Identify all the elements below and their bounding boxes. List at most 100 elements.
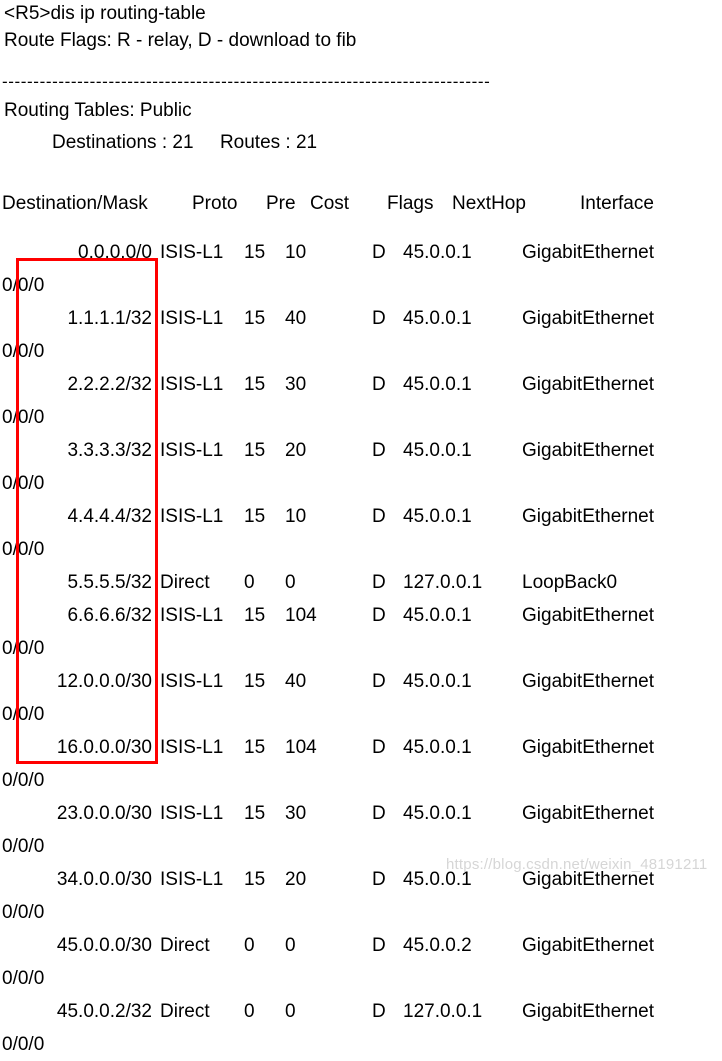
counts-gap — [194, 132, 220, 153]
cell-proto: ISIS-L1 — [160, 737, 224, 758]
cell-flags: D — [372, 803, 386, 824]
interface-wrap-line: 0/0/0 — [2, 275, 45, 296]
cell-cost: 30 — [285, 803, 307, 824]
interface-wrap-line: 0/0/0 — [2, 770, 45, 791]
interface-wrap-line: 0/0/0 — [2, 1034, 45, 1055]
header-pre: Pre — [266, 193, 296, 214]
cell-cost: 104 — [285, 605, 317, 626]
cell-nexthop: 45.0.0.1 — [403, 737, 472, 758]
cell-interface: GigabitEthernet — [522, 1001, 655, 1022]
cell-destination-mask: 16.0.0.0/30 — [56, 737, 152, 758]
interface-wrap-line: 0/0/0 — [2, 539, 45, 560]
cell-destination-mask: 45.0.0.2/32 — [56, 1001, 152, 1022]
cell-proto: Direct — [160, 1001, 210, 1022]
cell-nexthop: 127.0.0.1 — [403, 572, 483, 593]
header-cost: Cost — [310, 193, 350, 214]
interface-wrap-line: 0/0/0 — [2, 473, 45, 494]
header-flags: Flags — [387, 193, 434, 214]
cell-interface: GigabitEthernet — [522, 242, 655, 263]
cell-pre: 15 — [244, 308, 266, 329]
table-row: 12.0.0.0/30 ISIS-L1 15 40 D 45.0.0.1 GigabitEt… — [0, 665, 722, 698]
cell-nexthop: 45.0.0.1 — [403, 803, 472, 824]
table-header-row: Destination/Mask Proto Pre Cost Flags Ne… — [0, 186, 722, 222]
cell-destination-mask: 6.6.6.6/32 — [67, 605, 152, 626]
header-interface: Interface — [580, 193, 654, 214]
cell-pre: 15 — [244, 803, 266, 824]
route-flags-legend: Route Flags: R - relay, D - download to … — [4, 30, 357, 51]
interface-wrap-line: 0/0/0 — [2, 902, 45, 923]
cell-pre: 15 — [244, 869, 266, 890]
cell-interface: LoopBack0 — [522, 572, 618, 593]
routes-count: Routes : 21 — [219, 132, 318, 153]
cell-cost: 10 — [285, 506, 307, 527]
cell-cost: 20 — [285, 440, 307, 461]
cell-cost: 40 — [285, 671, 307, 692]
cell-flags: D — [372, 572, 386, 593]
cell-flags: D — [372, 737, 386, 758]
table-row: 45.0.0.0/30 Direct 0 0 D 45.0.0.2 GigabitEther… — [0, 929, 722, 962]
cell-proto: Direct — [160, 935, 210, 956]
routing-tables-title: Routing Tables: Public — [4, 100, 192, 121]
cell-pre: 15 — [244, 374, 266, 395]
terminal-output: <R5>dis ip routing-table Route Flags: R … — [0, 0, 722, 1055]
cell-nexthop: 45.0.0.1 — [403, 605, 472, 626]
table-row: 16.0.0.0/30 ISIS-L1 15 104 D 45.0.0.1 GigabitE… — [0, 731, 722, 764]
cell-interface: GigabitEthernet — [522, 506, 655, 527]
counts-line: Destinations : 21 Routes : 21 — [0, 126, 722, 160]
cell-nexthop: 45.0.0.1 — [403, 440, 472, 461]
table-row: 6.6.6.6/32 ISIS-L1 15 104 D 45.0.0.1 GigabitEt… — [0, 599, 722, 632]
cell-cost: 30 — [285, 374, 307, 395]
cell-proto: ISIS-L1 — [160, 803, 224, 824]
cell-pre: 15 — [244, 242, 266, 263]
interface-wrap-line: 0/0/0 — [2, 407, 45, 428]
table-row: 4.4.4.4/32 ISIS-L1 15 10 D 45.0.0.1 GigabitEth… — [0, 500, 722, 533]
cell-nexthop: 45.0.0.1 — [403, 374, 472, 395]
cell-cost: 0 — [285, 935, 296, 956]
cell-proto: ISIS-L1 — [160, 869, 224, 890]
cell-pre: 15 — [244, 671, 266, 692]
cell-flags: D — [372, 935, 386, 956]
cell-proto: ISIS-L1 — [160, 605, 224, 626]
cell-proto: ISIS-L1 — [160, 308, 224, 329]
cell-nexthop: 45.0.0.1 — [403, 506, 472, 527]
cell-flags: D — [372, 242, 386, 263]
table-row: 2.2.2.2/32 ISIS-L1 15 30 D 45.0.0.1 GigabitEth… — [0, 368, 722, 401]
cell-destination-mask: 5.5.5.5/32 — [67, 572, 152, 593]
cell-interface: GigabitEthernet — [522, 605, 655, 626]
cell-pre: 15 — [244, 737, 266, 758]
cell-cost: 0 — [285, 572, 296, 593]
command-prompt-line: <R5>dis ip routing-table — [4, 3, 206, 24]
cell-nexthop: 45.0.0.1 — [403, 242, 472, 263]
cell-flags: D — [372, 605, 386, 626]
destinations-count: Destinations : 21 — [52, 132, 194, 153]
cell-nexthop: 127.0.0.1 — [403, 1001, 483, 1022]
cell-proto: ISIS-L1 — [160, 242, 224, 263]
header-proto: Proto — [192, 193, 238, 214]
cell-pre: 0 — [244, 572, 255, 593]
cell-interface: GigabitEthernet — [522, 935, 655, 956]
cell-pre: 15 — [244, 605, 266, 626]
separator-rule: ----------------------------------------… — [2, 72, 491, 91]
interface-wrap-line: 0/0/0 — [2, 704, 45, 725]
table-row: 5.5.5.5/32 Direct 0 0 D 127.0.0.1 LoopBack0 — [0, 566, 722, 599]
header-destination-mask: Destination/Mask — [2, 193, 148, 214]
cell-cost: 0 — [285, 1001, 296, 1022]
cell-flags: D — [372, 671, 386, 692]
cell-proto: ISIS-L1 — [160, 374, 224, 395]
table-row: 3.3.3.3/32 ISIS-L1 15 20 D 45.0.0.1 GigabitEth… — [0, 434, 722, 467]
cell-destination-mask: 45.0.0.0/30 — [56, 935, 152, 956]
cell-destination-mask: 4.4.4.4/32 — [67, 506, 152, 527]
cell-cost: 40 — [285, 308, 307, 329]
cell-destination-mask: 2.2.2.2/32 — [67, 374, 152, 395]
cell-flags: D — [372, 506, 386, 527]
cell-flags: D — [372, 308, 386, 329]
watermark-text: https://blog.csdn.net/weixin_48191211 — [446, 856, 708, 873]
cell-flags: D — [372, 1001, 386, 1022]
header-nexthop: NextHop — [452, 193, 526, 214]
table-row: 0.0.0.0/0 ISIS-L1 15 10 D 45.0.0.1 GigabitEthe… — [0, 236, 722, 269]
cell-destination-mask: 23.0.0.0/30 — [56, 803, 152, 824]
cell-proto: ISIS-L1 — [160, 440, 224, 461]
cell-proto: ISIS-L1 — [160, 671, 224, 692]
